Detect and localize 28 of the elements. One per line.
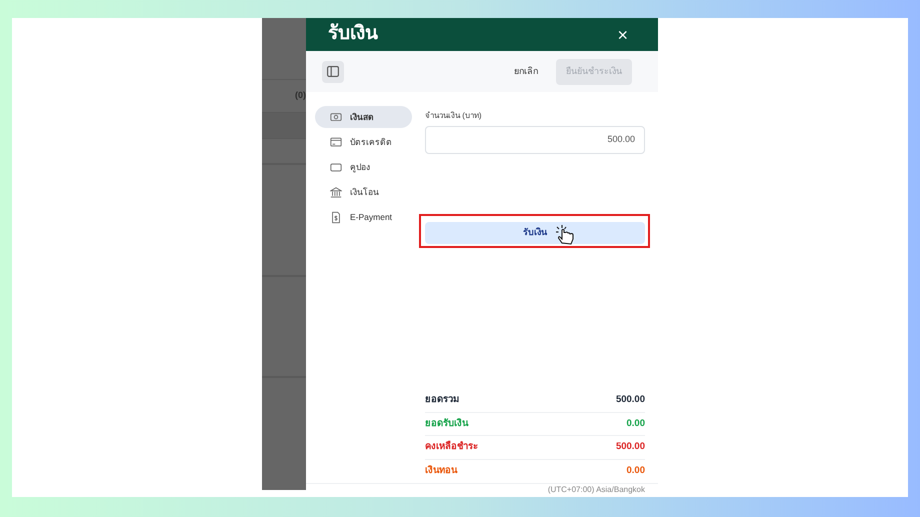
receive-payment-button[interactable]: รับเงิน [425,222,645,244]
summary-value: 500.00 [616,393,645,408]
close-button[interactable]: × [617,26,628,44]
amount-label: จำนวนเงิน (บาท) [425,110,483,122]
cash-icon [330,110,342,124]
payment-method-item[interactable]: คูปอง [315,156,412,178]
payment-method-item[interactable]: เงินโอน [315,181,412,203]
summary-label: เงินทอน [425,464,457,478]
timezone-text: (UTC+07:00) Asia/Bangkok [548,484,645,496]
amount-input-field[interactable]: 500.00 [425,126,645,154]
payment-method-item[interactable]: E-Payment [315,206,412,228]
summary-value: 0.00 [626,464,645,478]
summary-value: 500.00 [616,440,645,454]
payment-method-item[interactable]: เงินสด [315,106,412,128]
cancel-button[interactable]: ยกเลิก [510,64,542,78]
summary-label: ยอดรวม [425,393,459,408]
bank-icon [330,186,342,198]
sidebar-toggle-button[interactable] [322,60,344,82]
summary-label: ยอดรับเงิน [425,416,468,431]
panel-icon [327,66,339,77]
document-dollar-icon [330,210,342,224]
credit-card-icon [330,136,342,148]
dialog-title: รับเงิน [328,22,378,46]
summary-value: 0.00 [626,416,645,431]
summary-label: คงเหลือชำระ [425,440,478,454]
cut-off-label: (0) [295,89,306,102]
coupon-icon [330,160,342,174]
payment-method-item[interactable]: บัตรเครดิต [315,131,412,153]
